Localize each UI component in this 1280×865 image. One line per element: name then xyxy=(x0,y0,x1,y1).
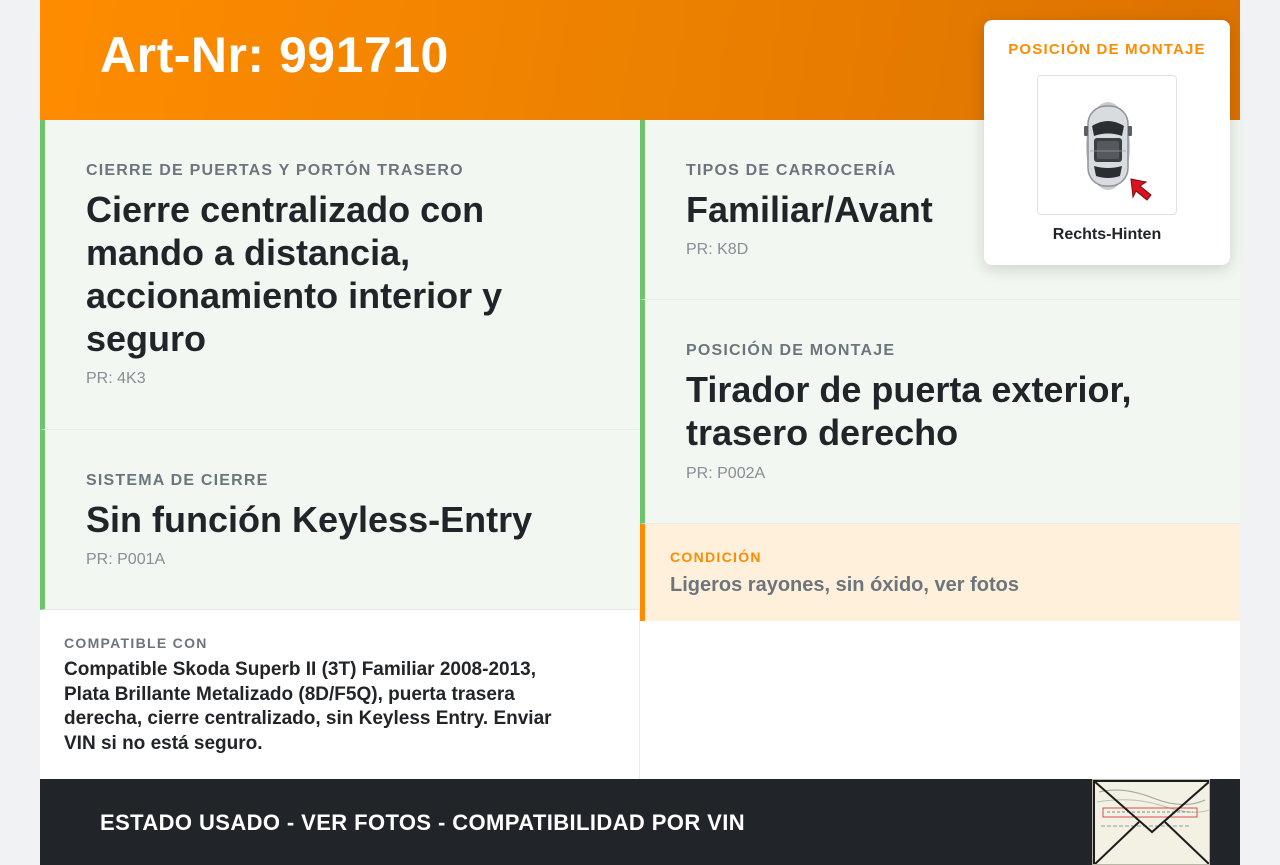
compatibility-line: Compatible Skoda Superb II (3T) Familiar… xyxy=(64,659,536,680)
compatibility-line: derecha, cierre centralizado, sin Keyles… xyxy=(64,708,552,729)
arrow-pointer-icon xyxy=(1130,178,1152,201)
footer-bar: ESTADO USADO - VER FOTOS - COMPATIBILIDA… xyxy=(40,779,1240,865)
spec-sistema-value: Sin función Keyless-Entry xyxy=(86,499,533,540)
compatibility-line: Plata Brillante Metalizado (8D/F5Q), pue… xyxy=(64,683,515,705)
spec-cierre-line: seguro xyxy=(86,318,207,359)
spec-cierre-line: Cierre centralizado con xyxy=(86,189,485,230)
mount-card-title: POSICIÓN DE MONTAJE xyxy=(1008,41,1206,58)
spec-cierre: CIERRE DE PUERTAS Y PORTÓN TRASERO Cierr… xyxy=(40,120,640,430)
condition-text: Ligeros rayones, sin óxido, ver fotos xyxy=(670,574,1019,596)
spec-cierre-label: CIERRE DE PUERTAS Y PORTÓN TRASERO xyxy=(86,162,464,179)
spec-sistema-pr: PR: P001A xyxy=(86,551,166,568)
spec-cierre-pr: PR: 4K3 xyxy=(86,370,146,387)
spec-posicion-value: Tirador de puerta exterior, trasero dere… xyxy=(686,368,1131,454)
spec-posicion-line: Tirador de puerta exterior, xyxy=(686,369,1132,410)
spec-posicion-label: POSICIÓN DE MONTAJE xyxy=(686,342,896,359)
compatibility-box: COMPATIBLE CON Compatible Skoda Superb I… xyxy=(40,610,640,779)
condition-box: CONDICIÓN Ligeros rayones, sin óxido, ve… xyxy=(640,524,1240,621)
footer-text: ESTADO USADO - VER FOTOS - COMPATIBILIDA… xyxy=(100,810,745,835)
spec-sistema-label: SISTEMA DE CIERRE xyxy=(86,472,269,489)
spec-carroceria-pr: PR: K8D xyxy=(686,241,749,258)
mount-position-image xyxy=(1037,75,1177,215)
article-number-title: Art-Nr: 991710 xyxy=(100,27,449,83)
car-top-view-icon xyxy=(1084,102,1152,201)
spec-posicion-pr: PR: P002A xyxy=(686,465,766,482)
spec-posicion-line: trasero derecho xyxy=(686,412,959,453)
mount-card-caption: Rechts-Hinten xyxy=(1052,226,1162,243)
product-sheet: Art-Nr: 991710 CIERRE DE PUERTAS Y PORTÓ… xyxy=(40,0,1240,865)
spec-carroceria-label: TIPOS DE CARROCERÍA xyxy=(686,162,897,179)
compatibility-label: COMPATIBLE CON xyxy=(64,635,208,651)
compatibility-line: VIN si no está seguro. xyxy=(64,732,263,754)
compatibility-text: Compatible Skoda Superb II (3T) Familiar… xyxy=(64,658,604,756)
spec-carroceria-value: Familiar/Avant xyxy=(686,189,933,230)
envelope-thumbnail-icon[interactable] xyxy=(1092,779,1210,865)
spec-cierre-value: Cierre centralizado con mando a distanci… xyxy=(86,188,502,360)
spec-posicion: POSICIÓN DE MONTAJE Tirador de puerta ex… xyxy=(640,300,1240,524)
spec-cierre-line: accionamiento interior y xyxy=(86,275,503,316)
spec-cierre-line: mando a distancia, xyxy=(86,232,411,273)
spec-sistema: SISTEMA DE CIERRE Sin función Keyless-En… xyxy=(40,430,640,610)
condition-label: CONDICIÓN xyxy=(670,549,762,565)
mount-position-card: POSICIÓN DE MONTAJE Rechts-Hinten xyxy=(984,20,1230,265)
